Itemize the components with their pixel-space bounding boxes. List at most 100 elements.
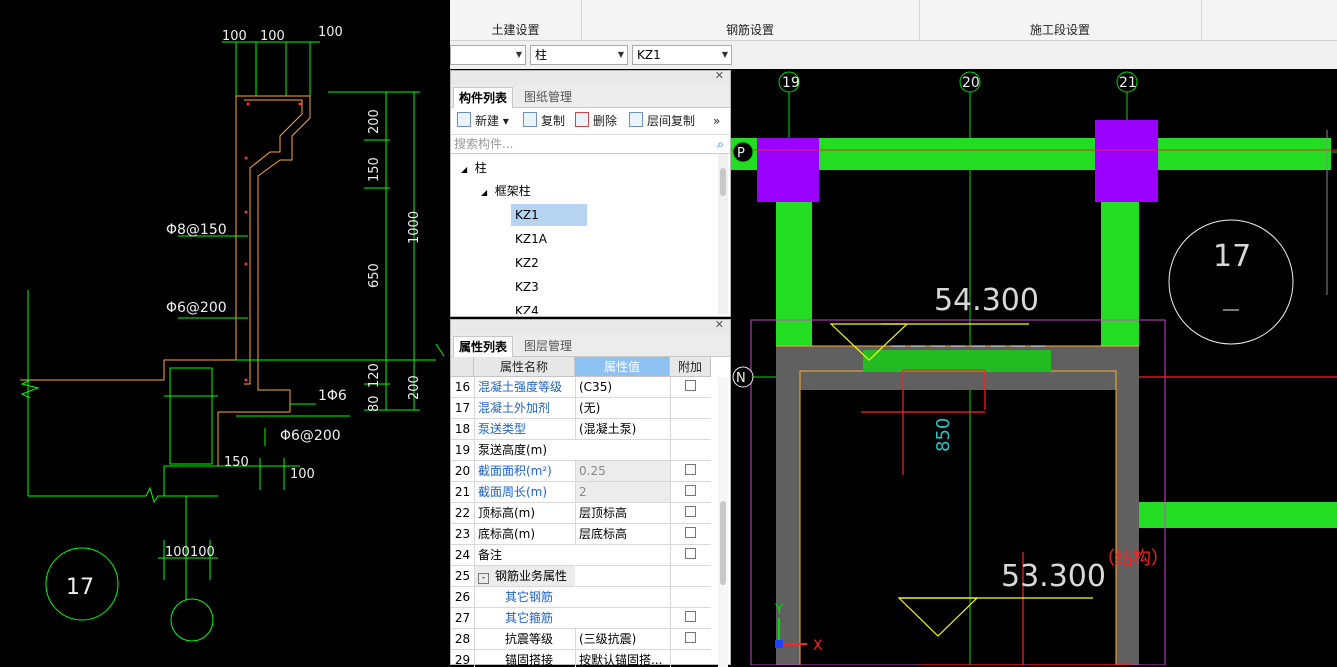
property-extra-cell — [670, 566, 712, 586]
dim-bottom-100a: 100 — [290, 467, 315, 482]
component-select[interactable]: KZ1 ▼ — [632, 45, 732, 65]
property-row[interactable]: 24 备注 — [451, 545, 711, 566]
ribbon-group-construction[interactable]: 施工段设置 — [919, 0, 1202, 40]
rebar-dots — [244, 102, 302, 382]
tab-layer-manage[interactable]: 图层管理 — [519, 336, 577, 356]
property-value[interactable]: 层顶标高 — [575, 503, 670, 523]
property-scrollbar[interactable] — [718, 377, 728, 667]
tree-item-kz1a[interactable]: KZ1A — [515, 228, 547, 250]
beams — [731, 138, 1337, 528]
property-row[interactable]: 29 锚固搭接 按默认锚固搭... — [451, 650, 711, 667]
property-value[interactable]: (无) — [575, 398, 670, 418]
component-tree: ◢ 柱 ◢ 框架柱 KZ1 KZ1A KZ2 KZ3 KZ4 — [451, 154, 730, 314]
property-value[interactable]: (三级抗震) — [575, 629, 670, 649]
extra-checkbox[interactable] — [685, 485, 696, 496]
dim-top-2: 100 — [260, 29, 285, 44]
scrollbar-thumb[interactable] — [720, 168, 726, 196]
property-value[interactable]: (C35) — [575, 377, 670, 397]
new-button-label: 新建 — [475, 114, 500, 128]
component-panel-tabs: 构件列表 图纸管理 — [451, 85, 730, 108]
dim-right-150: 150 — [367, 157, 382, 182]
property-extra-cell — [670, 524, 712, 544]
property-value[interactable]: 按默认锚固搭... — [575, 650, 670, 667]
tree-scrollbar[interactable] — [718, 154, 728, 314]
tree-node-column[interactable]: ◢ 柱 — [461, 157, 487, 179]
property-value[interactable]: 层底标高 — [575, 524, 670, 544]
property-row[interactable]: 21 截面周长(m) 2 — [451, 482, 711, 503]
tree-node-frame-column[interactable]: ◢ 框架柱 — [481, 180, 531, 202]
property-name-text: 混凝土外加剂 — [478, 401, 551, 415]
floor-copy-button[interactable]: 层间复制 — [629, 112, 695, 130]
ribbon-group-rebar[interactable]: 钢筋设置 — [581, 0, 920, 40]
type-select-value: 柱 — [535, 48, 548, 62]
property-extra-cell — [670, 650, 712, 667]
grid-header-value[interactable]: 属性值 — [575, 357, 670, 377]
property-value[interactable]: 0.25 — [575, 461, 670, 481]
rebar-label-2: Φ6@200 — [166, 300, 227, 316]
copy-button[interactable]: 复制 — [523, 112, 565, 130]
tree-item-kz2[interactable]: KZ2 — [515, 252, 539, 274]
type-select[interactable]: 柱 ▼ — [530, 45, 628, 65]
close-icon[interactable]: ✕ — [715, 318, 724, 331]
property-row[interactable]: 16 混凝土强度等级 (C35) — [451, 377, 711, 398]
property-row[interactable]: 23 底标高(m) 层底标高 — [451, 524, 711, 545]
tree-item-kz1[interactable]: KZ1 — [511, 204, 587, 226]
tree-item-kz3[interactable]: KZ3 — [515, 276, 539, 298]
extra-checkbox[interactable] — [685, 380, 696, 391]
property-name: 截面周长(m) — [474, 482, 575, 502]
right-cad-drawing[interactable]: 19 20 21 P N 54.300 53.300 850 （结构） 17 X… — [731, 70, 1337, 665]
search-icon[interactable]: ⌕ — [717, 135, 724, 153]
property-extra-cell — [670, 482, 712, 502]
extra-checkbox[interactable] — [685, 611, 696, 622]
row-number: 17 — [454, 401, 471, 415]
row-number: 26 — [454, 590, 471, 604]
property-row[interactable]: 28 抗震等级 (三级抗震) — [451, 629, 711, 650]
rebar-label-3: 1Φ6 — [318, 388, 347, 404]
left-cad-drawing[interactable]: 100 100 100 Φ8@150 Φ6@200 1Φ6 Φ6@200 150… — [0, 0, 450, 665]
tab-property-list[interactable]: 属性列表 — [453, 336, 514, 357]
property-row[interactable]: 25- 钢筋业务属性 — [451, 566, 711, 587]
property-value[interactable]: 2 — [575, 482, 670, 502]
new-button[interactable]: 新建 ▾ — [457, 112, 509, 130]
extra-checkbox[interactable] — [685, 464, 696, 475]
tree-item-kz4[interactable]: KZ4 — [515, 300, 539, 314]
ribbon-group-rebar-label: 钢筋设置 — [725, 23, 774, 37]
property-name-text: 截面面积(m²) — [478, 464, 552, 478]
floor-select[interactable]: ▼ — [450, 45, 526, 65]
property-row[interactable]: 26 其它钢筋 — [451, 587, 711, 608]
property-name-text: 泵送高度(m) — [478, 443, 548, 457]
property-row[interactable]: 20 截面面积(m²) 0.25 — [451, 461, 711, 482]
property-row[interactable]: 17 混凝土外加剂 (无) — [451, 398, 711, 419]
property-row[interactable]: 22 顶标高(m) 层顶标高 — [451, 503, 711, 524]
scrollbar-thumb[interactable] — [720, 501, 726, 585]
property-value[interactable]: (混凝土泵) — [575, 419, 670, 439]
tab-component-list[interactable]: 构件列表 — [453, 87, 514, 108]
extra-checkbox[interactable] — [685, 632, 696, 643]
more-button[interactable]: » — [713, 112, 720, 130]
close-icon[interactable]: ✕ — [715, 69, 724, 82]
grid-header-num — [451, 357, 474, 377]
section-outline — [20, 95, 311, 466]
collapse-icon[interactable]: - — [478, 573, 489, 584]
property-name: 其它箍筋 — [474, 608, 575, 628]
extra-checkbox[interactable] — [685, 527, 696, 538]
property-row[interactable]: 27 其它箍筋 — [451, 608, 711, 629]
ribbon-group-civil[interactable]: 土建设置 — [450, 0, 582, 40]
extra-checkbox[interactable] — [685, 548, 696, 559]
grid-header-name[interactable]: 属性名称 — [474, 357, 575, 377]
property-row[interactable]: 18 泵送类型 (混凝土泵) — [451, 419, 711, 440]
dim-top-1: 100 — [222, 29, 247, 44]
delete-button-label: 删除 — [593, 114, 618, 128]
axis-label-19: 19 — [782, 75, 800, 91]
property-name: - 钢筋业务属性 — [474, 566, 575, 586]
component-search-input[interactable]: 搜索构件... ⌕ — [451, 135, 730, 154]
extra-checkbox[interactable] — [685, 506, 696, 517]
grid-header-extra[interactable]: 附加 — [670, 357, 711, 377]
property-name: 其它钢筋 — [474, 587, 575, 607]
property-name: 顶标高(m) — [474, 503, 575, 523]
property-panel: ✕ 属性列表 图层管理 属性名称 属性值 附加 16 混凝土强度等级 (C35) 17… — [450, 318, 731, 667]
property-extra-cell — [670, 587, 712, 607]
delete-button[interactable]: 删除 — [575, 112, 617, 130]
tab-drawing-manage[interactable]: 图纸管理 — [519, 87, 577, 107]
property-row[interactable]: 19 泵送高度(m) — [451, 440, 711, 461]
